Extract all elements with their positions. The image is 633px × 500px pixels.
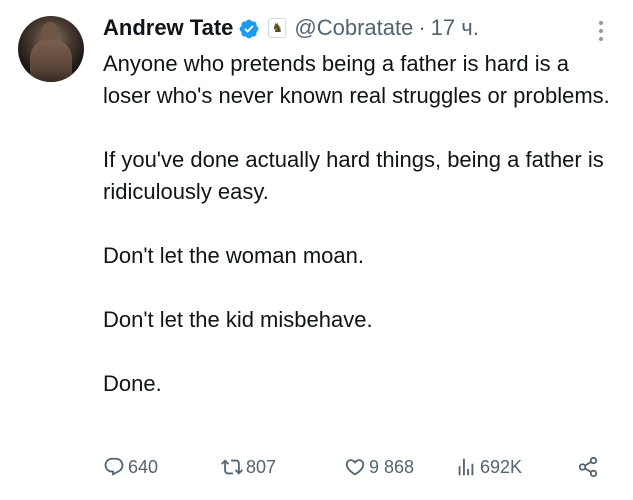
more-vertical-icon[interactable] [591, 18, 611, 44]
reply-icon [104, 457, 124, 476]
avatar-torso [30, 40, 72, 82]
tweet-paragraph: Don't let the kid misbehave. [103, 307, 373, 332]
tweet-paragraph: Don't let the woman moan. [103, 243, 365, 268]
share-button[interactable] [577, 452, 602, 482]
like-button[interactable]: 9 868 [344, 452, 414, 482]
tweet-paragraph: Done. [103, 371, 162, 396]
reply-count: 640 [128, 456, 159, 477]
tweet-text: Anyone who pretends being a father is ha… [103, 48, 613, 400]
author-name[interactable]: Andrew Tate [103, 12, 233, 44]
tweet-actions: 640 807 9 868 692K [103, 452, 613, 482]
tweet-timestamp[interactable]: 17 ч. [431, 12, 479, 44]
tweet-paragraph: Anyone who pretends being a father is ha… [103, 51, 610, 108]
share-icon [578, 456, 598, 478]
repost-button[interactable]: 807 [221, 452, 276, 482]
tweet[interactable]: Andrew Tate ♞ @Cobratate · 17 ч. Anyone … [0, 0, 633, 500]
tweet-header: Andrew Tate ♞ @Cobratate · 17 ч. [103, 12, 479, 44]
reply-button[interactable]: 640 [103, 452, 158, 482]
repost-icon [221, 459, 243, 475]
avatar[interactable] [18, 16, 84, 82]
like-count: 9 868 [369, 456, 415, 477]
separator-dot: · [418, 15, 426, 40]
tweet-paragraph: If you've done actually hard things, bei… [103, 147, 604, 204]
affiliate-badge-icon[interactable]: ♞ [268, 18, 287, 38]
verified-badge-icon[interactable] [238, 17, 260, 39]
views-count: 692K [480, 456, 523, 477]
views-button[interactable]: 692K [455, 452, 522, 482]
views-chart-icon [458, 458, 474, 476]
repost-count: 807 [246, 456, 277, 477]
author-handle[interactable]: @Cobratate [294, 12, 413, 44]
heart-icon [345, 459, 365, 476]
